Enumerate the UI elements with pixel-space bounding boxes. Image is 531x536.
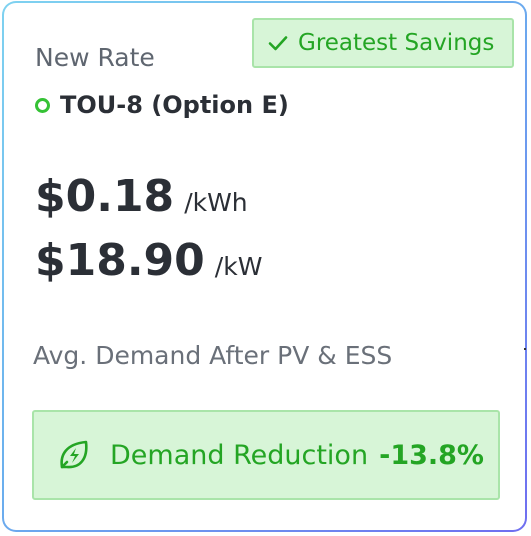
rate-card-body: Greatest Savings New Rate TOU-8 (Option … [4,3,525,530]
cursor-dot [524,348,526,350]
rate-name-label: TOU-8 (Option E) [60,91,289,119]
new-rate-heading: New Rate [35,43,155,72]
demand-price: $18.90 /kW [35,235,262,286]
avg-demand-heading: Avg. Demand After PV & ESS [33,341,393,370]
greatest-savings-badge: Greatest Savings [252,18,514,68]
rate-name: TOU-8 (Option E) [35,91,289,119]
energy-price-unit: /kWh [184,188,248,217]
demand-reduction-label: Demand Reduction [110,439,369,471]
demand-reduction-box: Demand Reduction -13.8% [32,410,500,500]
check-icon [268,36,288,51]
energy-price: $0.18 /kWh [35,171,248,222]
ring-icon [35,97,50,113]
rate-card[interactable]: Greatest Savings New Rate TOU-8 (Option … [2,1,527,532]
demand-price-unit: /kW [214,252,263,281]
demand-price-amount: $18.90 [35,235,205,286]
demand-reduction-value: -13.8% [379,439,484,471]
energy-price-amount: $0.18 [35,171,175,222]
leaf-bolt-icon [60,440,88,469]
badge-label: Greatest Savings [298,30,495,56]
